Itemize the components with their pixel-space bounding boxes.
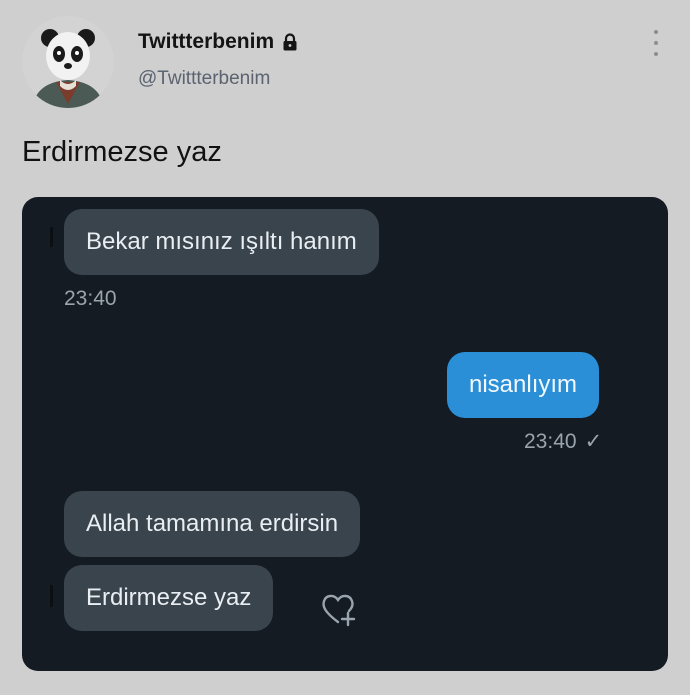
- tweet-media-image[interactable]: Bekar mısınız ışıltı hanım 23:40 nisanlı…: [22, 197, 668, 671]
- author-handle[interactable]: @Twittterbenim: [138, 68, 298, 90]
- author-name-row: Twittterbenim: [138, 30, 298, 54]
- more-vertical-icon[interactable]: [652, 30, 660, 56]
- more-dot: [654, 52, 658, 56]
- edge-mark: [50, 585, 53, 607]
- message-time: 23:40: [64, 287, 117, 310]
- tweet-text: Erdirmezse yaz: [22, 136, 222, 168]
- more-dot: [654, 30, 658, 34]
- chat-bubble-incoming: Erdirmezse yaz: [64, 565, 274, 631]
- more-dot: [654, 41, 658, 45]
- avatar[interactable]: [22, 16, 114, 108]
- edge-mark: [50, 227, 53, 247]
- chat-bubble-outgoing: nisanlıyım: [447, 352, 600, 418]
- author-name[interactable]: Twittterbenim: [138, 30, 274, 54]
- message-time-outgoing: 23:40 ✓: [524, 429, 602, 454]
- lock-icon: [283, 33, 297, 51]
- tweet-card: Twittterbenim @Twittterbenim Erdirmezse …: [0, 0, 690, 695]
- heart-add-icon: [322, 594, 356, 627]
- panda-avatar-icon: [22, 16, 114, 108]
- read-check-icon: ✓: [584, 430, 603, 453]
- author-info: Twittterbenim @Twittterbenim: [138, 30, 298, 90]
- message-time-text: 23:40: [524, 430, 577, 453]
- chat-bubble-incoming: Bekar mısınız ışıltı hanım: [64, 209, 379, 275]
- chat-bubble-incoming: Allah tamamına erdirsin: [64, 491, 361, 557]
